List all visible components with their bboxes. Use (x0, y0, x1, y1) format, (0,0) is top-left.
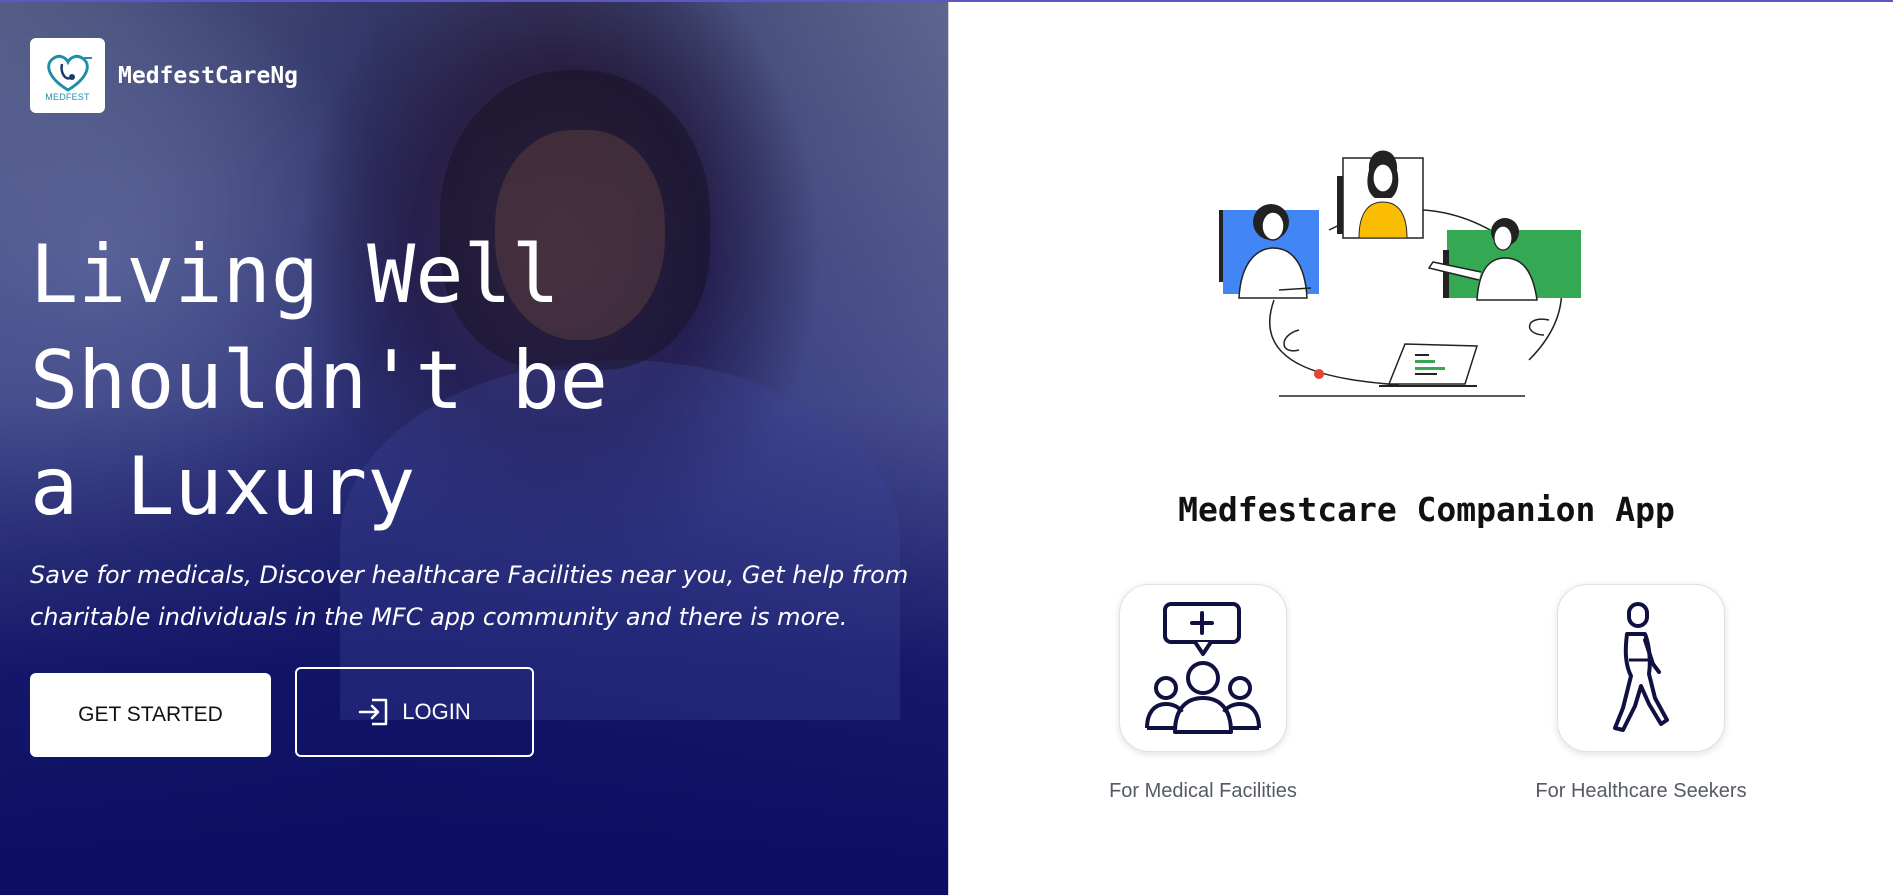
brand[interactable]: MEDFEST MedfestCareNg (30, 38, 298, 113)
login-label: LOGIN (402, 699, 471, 724)
headline-line: Living Well (30, 228, 560, 321)
hero-subtext: Save for medicals, Discover healthcare F… (30, 554, 930, 638)
healthcare-seekers-tile[interactable] (1557, 584, 1725, 752)
top-accent-line (0, 0, 1893, 2)
companion-app-panel: Medfestcare Companion App For Medical Fa… (948, 2, 1893, 895)
walking-person-icon (1613, 602, 1669, 732)
telemedicine-video-call-illustration (1219, 150, 1581, 397)
subtext-line: charitable individuals in the MFC app co… (30, 603, 848, 631)
headline-line: Shouldn't be (30, 334, 608, 427)
brand-name: MedfestCareNg (118, 62, 299, 89)
get-started-button[interactable]: GET STARTED (30, 673, 271, 757)
subtext-line: Save for medicals, Discover healthcare F… (30, 561, 909, 589)
hero-section: MEDFEST MedfestCareNg Living Well Should… (0, 0, 948, 895)
logo-text: MEDFEST (45, 91, 90, 102)
medical-facilities-label[interactable]: For Medical Facilities (1053, 780, 1353, 803)
login-arrow-icon (359, 698, 388, 726)
medical-facilities-tile[interactable] (1119, 584, 1287, 752)
brand-logo: MEDFEST (30, 38, 105, 113)
hero-headline: Living Well Shouldn't be a Luxury (30, 222, 810, 540)
headline-line: a Luxury (30, 440, 416, 533)
login-button[interactable]: LOGIN (295, 667, 534, 757)
medical-community-icon (1145, 602, 1261, 734)
heart-stethoscope-logo-icon (46, 54, 92, 92)
healthcare-seekers-label[interactable]: For Healthcare Seekers (1491, 780, 1791, 803)
companion-app-title: Medfestcare Companion App (1178, 490, 1675, 529)
